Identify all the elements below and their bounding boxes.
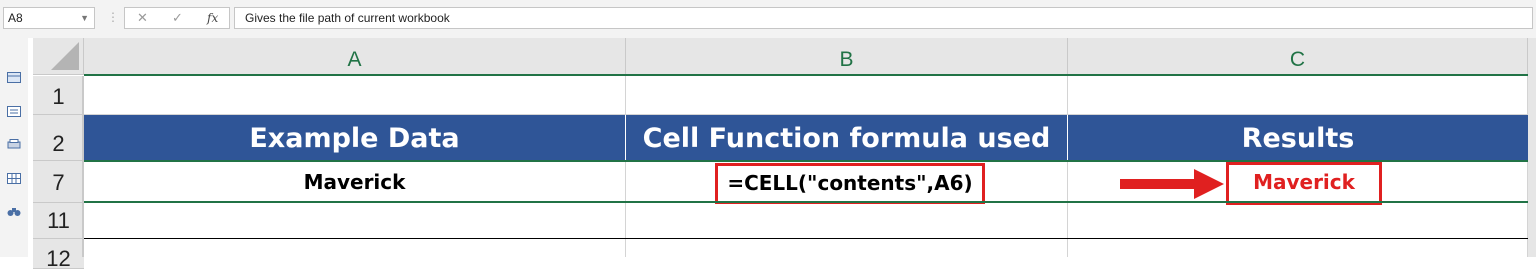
grid-icon[interactable] xyxy=(7,171,21,184)
name-box[interactable]: A8 ▼ xyxy=(3,7,95,29)
select-all-corner[interactable] xyxy=(33,38,84,75)
arrow-right-icon xyxy=(1120,169,1224,199)
cell-c1[interactable] xyxy=(1068,76,1528,115)
header-formula-used[interactable]: Cell Function formula used xyxy=(626,115,1068,161)
list-icon[interactable] xyxy=(7,104,21,117)
cell-a7[interactable]: Maverick xyxy=(84,162,626,202)
separator-dots-icon: ⋮ xyxy=(107,10,119,24)
formula-input[interactable]: Gives the file path of current workbook xyxy=(234,7,1533,29)
binoculars-icon[interactable] xyxy=(7,204,21,216)
cell-a11[interactable] xyxy=(84,203,626,239)
header-example-data[interactable]: Example Data xyxy=(84,115,626,161)
formula-bar: A8 ▼ ⋮ ✕ ✓ fx Gives the file path of cur… xyxy=(0,0,1536,38)
fx-icon[interactable]: fx xyxy=(207,11,218,25)
print-icon[interactable] xyxy=(7,137,21,149)
vertical-scrollbar[interactable] xyxy=(1528,38,1536,257)
table-icon[interactable] xyxy=(7,70,21,83)
dropdown-icon[interactable]: ▼ xyxy=(80,8,89,28)
cell-a1[interactable] xyxy=(84,76,626,115)
cell-b12[interactable] xyxy=(626,239,1068,257)
result-highlight-box: Maverick xyxy=(1226,162,1382,205)
formula-buttons: ✕ ✓ fx xyxy=(124,7,230,29)
cancel-icon[interactable]: ✕ xyxy=(137,10,148,26)
name-box-value: A8 xyxy=(8,11,23,25)
row-header-12[interactable]: 12 xyxy=(33,239,84,271)
column-header-b[interactable]: B xyxy=(626,38,1068,75)
formula-highlight-box: =CELL("contents",A6) xyxy=(715,163,985,204)
column-header-c[interactable]: C xyxy=(1068,38,1528,75)
cell-c11[interactable] xyxy=(1068,203,1528,239)
row-header-7[interactable]: 7 xyxy=(33,161,84,203)
cell-a12[interactable] xyxy=(84,239,626,257)
row-header-1[interactable]: 1 xyxy=(33,76,84,115)
row-header-2[interactable]: 2 xyxy=(33,115,84,161)
cell-b11[interactable] xyxy=(626,203,1068,239)
column-header-a[interactable]: A xyxy=(84,38,626,75)
cell-b1[interactable] xyxy=(626,76,1068,115)
cell-c12[interactable] xyxy=(1068,239,1528,257)
header-results[interactable]: Results xyxy=(1068,115,1528,161)
left-toolbar xyxy=(0,38,28,257)
enter-icon[interactable]: ✓ xyxy=(172,10,183,26)
row-header-11[interactable]: 11 xyxy=(33,203,84,239)
